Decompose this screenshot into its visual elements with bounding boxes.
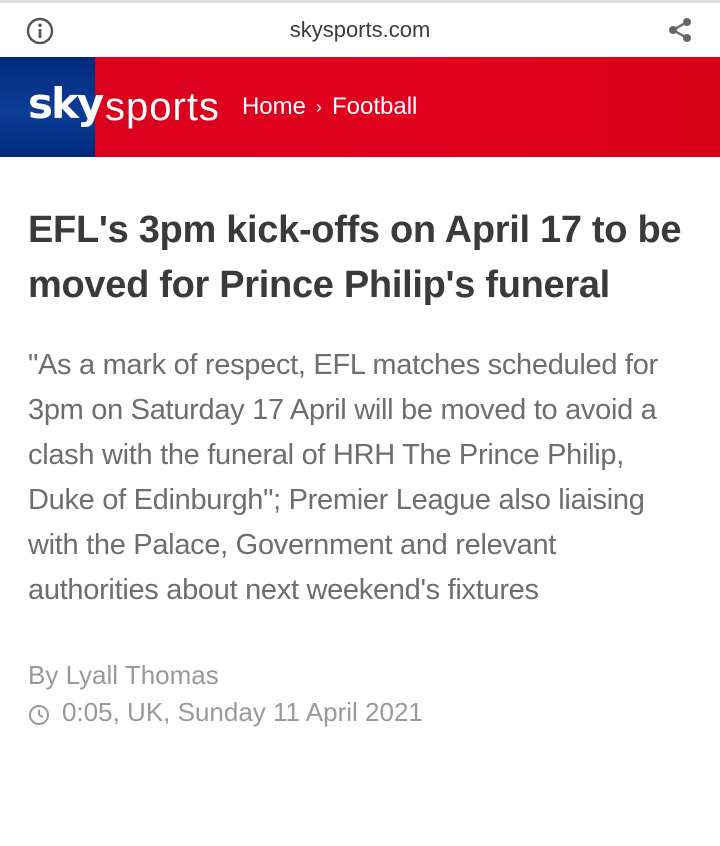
article-byline[interactable]: By Lyall Thomas bbox=[28, 657, 692, 693]
breadcrumb: Home › Football bbox=[242, 57, 417, 157]
breadcrumb-football[interactable]: Football bbox=[332, 93, 417, 121]
sports-logo-text[interactable]: sports bbox=[105, 57, 220, 157]
url-domain[interactable]: skysports.com bbox=[0, 17, 720, 43]
sky-logo[interactable]: sky bbox=[0, 57, 104, 157]
article-headline: EFL's 3pm kick-offs on April 17 to be mo… bbox=[28, 209, 682, 306]
sky-logo-text: sky bbox=[28, 79, 104, 128]
site-header: sky sports Home › Football bbox=[0, 57, 720, 157]
article-timestamp: 0:05, UK, Sunday 11 April 2021 bbox=[62, 697, 423, 727]
article-standfirst: "As a mark of respect, EFL matches sched… bbox=[28, 349, 658, 606]
article-timestamp-row: 0:05, UK, Sunday 11 April 2021 bbox=[28, 697, 692, 728]
browser-url-bar: skysports.com bbox=[0, 0, 720, 57]
share-icon[interactable] bbox=[666, 16, 694, 44]
breadcrumb-separator-icon: › bbox=[315, 96, 322, 117]
article: EFL's 3pm kick-offs on April 17 to be mo… bbox=[0, 203, 720, 728]
clock-icon bbox=[28, 702, 50, 725]
breadcrumb-home[interactable]: Home bbox=[242, 93, 306, 121]
